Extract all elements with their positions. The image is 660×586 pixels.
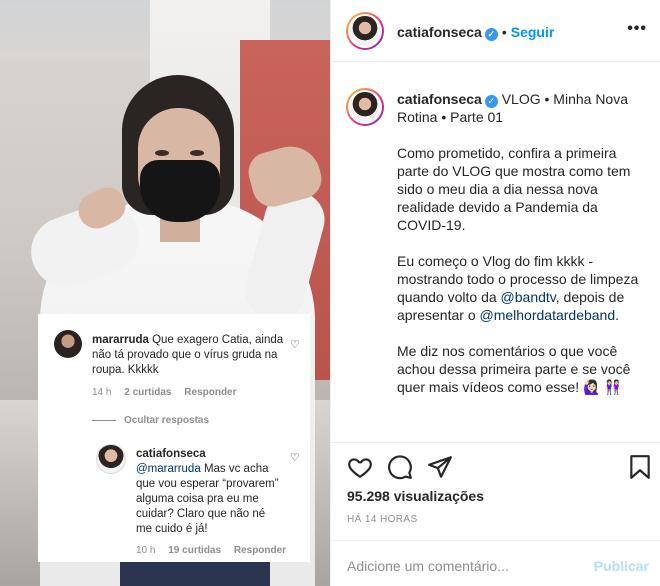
reply-text: catiafonseca @mararruda Mas vc acha que … <box>136 447 284 537</box>
eye-left <box>155 150 169 156</box>
reply-username: catiafonseca <box>136 448 206 460</box>
caption-title-line: catiafonseca ✓ VLOG • Minha Nova Rotina •… <box>397 90 647 126</box>
mention-link-melhordatardeband[interactable]: @melhordatardeband <box>480 307 616 323</box>
comment-username: mararruda <box>92 334 149 346</box>
comment-screenshot-card: mararruda Que exagero Catia, ainda não t… <box>38 314 310 562</box>
caption-paragraph-3: Me diz nos comentários o que você achou … <box>397 343 631 395</box>
add-comment-bar: Adicione um comentário... Publicar <box>331 540 660 586</box>
profile-avatar[interactable] <box>346 12 384 50</box>
actions-divider <box>331 442 660 443</box>
post-media[interactable]: mararruda Que exagero Catia, ainda não t… <box>0 0 330 586</box>
caption-text: . <box>615 307 620 323</box>
post-header: catiafonseca ✓ • Seguir ••• <box>331 0 660 62</box>
comment-likes: 2 curtidas <box>124 387 172 398</box>
more-options-icon[interactable]: ••• <box>627 20 647 38</box>
comment-reply: Responder <box>184 387 237 398</box>
right-arm <box>239 184 330 326</box>
caption-paragraph-2: Eu começo o Vlog do fim kkkk - mostrando… <box>397 252 647 324</box>
reply-mention: @mararruda <box>136 463 201 475</box>
bookmark-icon[interactable] <box>627 454 653 480</box>
mention-link-bandtv[interactable]: @bandtv <box>501 289 556 305</box>
commenter-avatar <box>54 330 82 358</box>
hide-replies: Ocultar respostas <box>92 415 209 426</box>
verified-badge-icon: ✓ <box>484 28 498 41</box>
heart-icon[interactable] <box>347 454 373 480</box>
caption-avatar[interactable] <box>346 88 384 126</box>
verified-badge-icon: ✓ <box>484 95 498 108</box>
header-username[interactable]: catiafonseca <box>397 24 482 40</box>
comment-meta: 14 h 2 curtidas Responder <box>92 387 247 398</box>
hide-replies-label: Ocultar respostas <box>124 415 210 426</box>
comment-text: mararruda Que exagero Catia, ainda não t… <box>92 333 292 378</box>
reply-avatar <box>96 444 126 474</box>
reply-reply: Responder <box>233 545 287 556</box>
reply-meta: 10 h 19 curtidas Responder <box>136 545 296 556</box>
publish-button[interactable]: Publicar <box>594 558 649 574</box>
heart-icon: ♡ <box>290 339 300 351</box>
reply-likes: 19 curtidas <box>168 545 222 556</box>
separator: • <box>501 24 507 40</box>
caption: catiafonseca ✓ VLOG • Minha Nova Rotina •… <box>397 90 647 414</box>
comment-time: 14 h <box>92 387 112 398</box>
caption-username[interactable]: catiafonseca <box>397 91 482 107</box>
comment-input[interactable]: Adicione um comentário... <box>347 558 509 574</box>
divider-line <box>92 419 116 421</box>
follow-button[interactable]: Seguir <box>511 24 555 40</box>
heart-icon: ♡ <box>290 452 300 464</box>
header-user-row: catiafonseca ✓ • Seguir <box>397 24 554 41</box>
eye-right <box>190 150 204 156</box>
post-sidebar: catiafonseca ✓ • Seguir ••• catiafonseca ✓ V… <box>330 0 660 586</box>
comment-icon[interactable] <box>387 454 413 480</box>
reply-time: 10 h <box>136 545 156 556</box>
share-icon[interactable] <box>427 454 453 480</box>
caption-paragraph-1: Como prometido, confira a primeira parte… <box>397 145 631 233</box>
face-mask <box>140 160 220 222</box>
post-time[interactable]: HÁ 14 HORAS <box>347 514 418 525</box>
view-count[interactable]: 95.298 visualizações <box>347 488 484 504</box>
